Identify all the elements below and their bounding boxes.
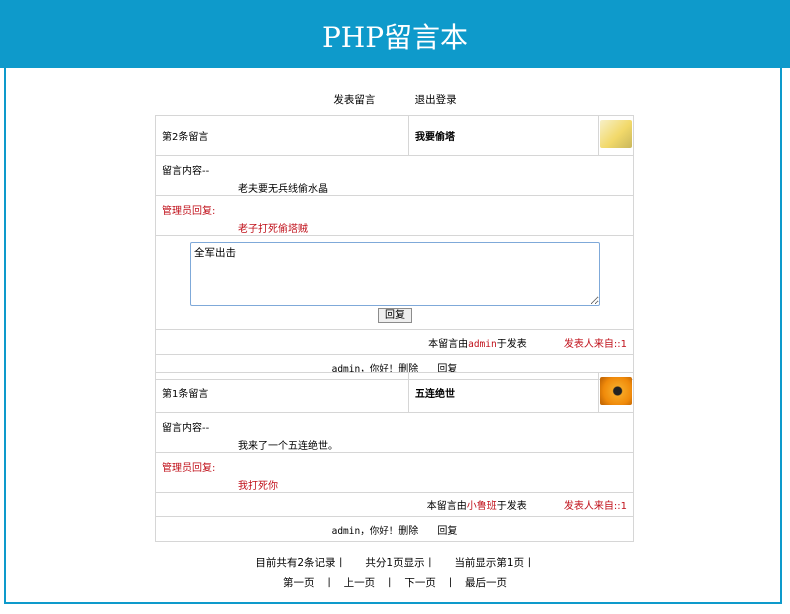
total-records: 目前共有2条记录丨 <box>255 557 347 569</box>
delete-link[interactable]: 删除 <box>398 526 418 537</box>
message-title: 我要偷塔 <box>408 115 599 156</box>
avatar <box>600 120 632 148</box>
message-content: 老夫要无兵线偷水晶 <box>238 184 328 195</box>
admin-reply-cell: 管理员回复: 老子打死偷塔贼 <box>155 195 634 236</box>
author-name: 小鲁班 <box>466 501 497 512</box>
prev-page-link[interactable]: 上一页 <box>344 577 376 589</box>
admin-reply-cell: 管理员回复: 我打死你 <box>155 452 634 493</box>
message-card: 第2条留言 我要偷塔 留言内容-- 老夫要无兵线偷水晶 管理员回复: 老子打死偷… <box>155 115 634 380</box>
separator: 丨 <box>384 577 396 589</box>
post-message-link[interactable]: 发表留言 <box>333 94 375 106</box>
reply-textarea[interactable]: 全军出击 <box>190 242 600 306</box>
reply-submit-button[interactable]: 回复 <box>378 308 412 323</box>
message-number: 第1条留言 <box>155 372 409 413</box>
admin-reply-label: 管理员回复: <box>162 463 216 474</box>
by-suffix: 于发表 <box>496 338 527 350</box>
separator: 丨 <box>323 577 335 589</box>
last-page-link[interactable]: 最后一页 <box>465 577 507 589</box>
by-suffix: 于发表 <box>496 501 527 512</box>
reply-form-cell: 全军出击 回复 <box>155 235 634 330</box>
by-prefix: 本留言由 <box>428 338 469 350</box>
first-page-link[interactable]: 第一页 <box>283 577 315 589</box>
avatar-cell <box>598 372 634 413</box>
source-text: 发表人来自::1 <box>563 501 627 512</box>
content-label: 留言内容-- <box>162 166 210 177</box>
avatar <box>600 377 632 405</box>
admin-actions: admin，你好！删除 回复 <box>155 516 634 542</box>
message-content-cell: 留言内容-- 我来了一个五连绝世。 <box>155 412 634 453</box>
admin-greeting: admin，你好！ <box>331 525 399 537</box>
reply-link[interactable]: 回复 <box>437 526 457 537</box>
admin-reply-label: 管理员回复: <box>162 206 216 217</box>
content-label: 留言内容-- <box>162 423 210 434</box>
message-meta: 本留言由小鲁班于发表 发表人来自::1 <box>155 492 634 517</box>
by-prefix: 本留言由 <box>426 501 467 512</box>
separator: 丨 <box>445 577 456 589</box>
message-card: 第1条留言 五连绝世 留言内容-- 我来了一个五连绝世。 管理员回复: 我打死你… <box>155 372 634 542</box>
current-page: 当前显示第1页丨 <box>454 557 535 569</box>
message-content: 我来了一个五连绝世。 <box>238 441 338 452</box>
source-text: 发表人来自::1 <box>563 338 627 350</box>
avatar-cell <box>598 115 634 156</box>
page-count: 共分1页显示丨 <box>365 557 436 569</box>
author-name: admin <box>468 338 497 350</box>
logout-link[interactable]: 退出登录 <box>415 94 457 106</box>
admin-reply-text: 我打死你 <box>238 481 278 492</box>
pagination-summary: 目前共有2条记录丨 共分1页显示丨 当前显示第1页丨 <box>0 555 790 570</box>
next-page-link[interactable]: 下一页 <box>404 577 436 589</box>
message-meta: 本留言由admin于发表 发表人来自::1 <box>155 329 634 355</box>
message-number: 第2条留言 <box>155 115 409 156</box>
pagination-links: 第一页 丨 上一页 丨 下一页 丨 最后一页 <box>0 575 790 590</box>
top-nav: 发表留言 退出登录 <box>0 92 790 107</box>
message-content-cell: 留言内容-- 老夫要无兵线偷水晶 <box>155 155 634 196</box>
admin-reply-text: 老子打死偷塔贼 <box>238 224 308 235</box>
message-title: 五连绝世 <box>408 372 599 413</box>
